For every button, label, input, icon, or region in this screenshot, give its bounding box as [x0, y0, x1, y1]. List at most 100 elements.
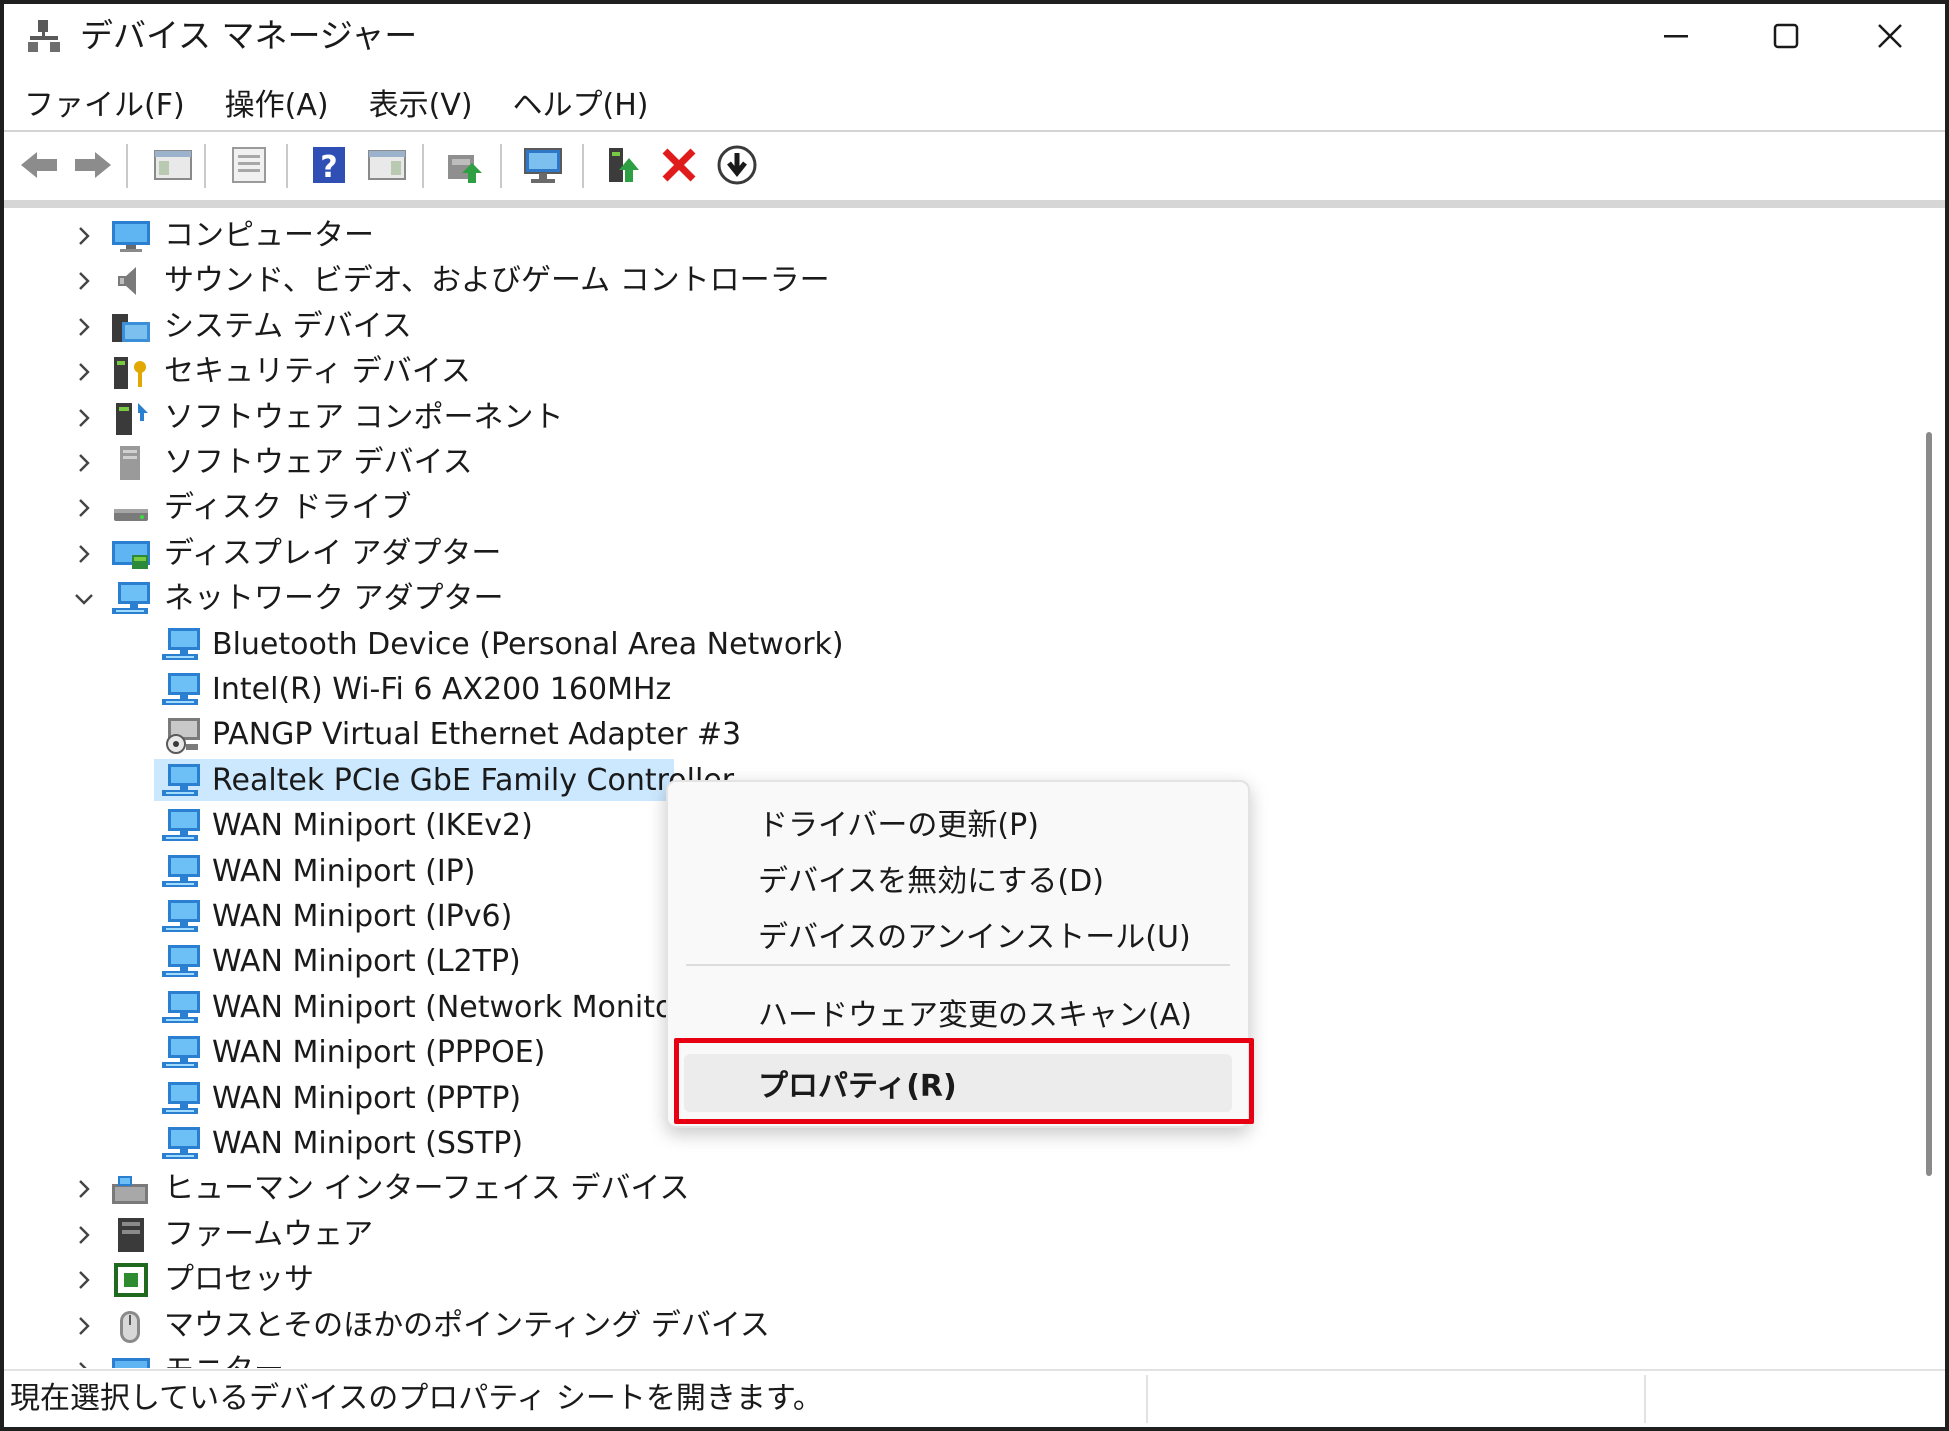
tree-category-item[interactable]: ソフトウェア コンポーネント	[4, 396, 1904, 441]
menu-file[interactable]: ファイル(F)	[24, 80, 185, 124]
disable-device-button[interactable]	[714, 142, 760, 188]
chevron-right-icon[interactable]	[73, 270, 95, 292]
tree-category-item[interactable]: ヒューマン インターフェイス デバイス	[4, 1167, 1904, 1212]
menu-action[interactable]: 操作(A)	[225, 80, 329, 124]
network-adapter-icon	[162, 945, 200, 978]
tree-category-item[interactable]: セキュリティ デバイス	[4, 350, 1904, 395]
help-button[interactable]: ?	[306, 142, 352, 188]
status-bar: 現在選択しているデバイスのプロパティ シートを開きます。	[4, 1369, 1945, 1427]
tree-category-item[interactable]: モニター	[4, 1349, 1904, 1368]
system-devices-icon	[112, 313, 150, 342]
scan-hardware-button[interactable]	[520, 142, 566, 188]
network-adapter-icon	[162, 1036, 200, 1069]
expand-toggle[interactable]	[72, 268, 96, 294]
tree-category-item[interactable]: システム デバイス	[4, 305, 1904, 350]
forward-button[interactable]	[70, 142, 116, 188]
tree-category-item[interactable]: ディスプレイ アダプター	[4, 532, 1904, 577]
hid-icon	[112, 1176, 148, 1205]
speaker-icon	[118, 267, 136, 296]
chevron-right-icon[interactable]	[73, 1269, 95, 1291]
tree-device-label: WAN Miniport (SSTP)	[212, 1126, 524, 1161]
network-adapter-icon	[112, 582, 150, 615]
scrollbar-thumb[interactable]	[1926, 432, 1932, 1176]
chevron-right-icon[interactable]	[73, 452, 95, 474]
chevron-right-icon[interactable]	[73, 1224, 95, 1246]
menu-view[interactable]: 表示(V)	[369, 80, 473, 124]
network-adapter-icon	[162, 673, 200, 705]
ctx-scan-hardware[interactable]: ハードウェア変更のスキャン(A)	[684, 986, 1232, 1038]
tree-device-label: WAN Miniport (IP)	[212, 853, 476, 889]
tree-device-item[interactable]: Bluetooth Device (Personal Area Network)	[4, 623, 1904, 668]
tree-category-item[interactable]: マウスとそのほかのポインティング デバイス	[4, 1304, 1904, 1349]
disk-drive-icon	[114, 509, 148, 522]
tree-device-item[interactable]: WAN Miniport (SSTP)	[4, 1122, 1904, 1167]
enable-device-icon	[609, 148, 639, 182]
chevron-right-icon[interactable]	[73, 1178, 95, 1200]
back-button[interactable]	[16, 142, 62, 188]
expand-toggle[interactable]	[72, 405, 96, 431]
expand-toggle[interactable]	[72, 1222, 96, 1248]
ctx-disable-device[interactable]: デバイスを無効にする(D)	[684, 852, 1232, 904]
vertical-scrollbar[interactable]	[1917, 208, 1941, 1368]
tree-category-item[interactable]: サウンド、ビデオ、およびゲーム コントローラー	[4, 259, 1904, 304]
chevron-right-icon[interactable]	[73, 407, 95, 429]
chevron-right-icon[interactable]	[73, 225, 95, 247]
chevron-down-icon[interactable]	[73, 588, 95, 610]
expand-toggle[interactable]	[72, 1267, 96, 1293]
enable-device-button[interactable]	[600, 142, 646, 188]
expand-toggle[interactable]	[72, 1313, 96, 1339]
expand-toggle[interactable]	[72, 314, 96, 340]
action-pane-button[interactable]	[364, 142, 410, 188]
expand-toggle[interactable]	[72, 495, 96, 521]
chevron-right-icon[interactable]	[73, 1315, 95, 1337]
tree-category-label: コンピューター	[164, 218, 374, 253]
expand-toggle[interactable]	[72, 1176, 96, 1202]
expand-toggle[interactable]	[72, 359, 96, 385]
tree-category-item[interactable]: コンピューター	[4, 214, 1904, 259]
status-divider	[1644, 1375, 1646, 1423]
expand-toggle[interactable]	[72, 541, 96, 567]
uninstall-device-button[interactable]	[656, 142, 702, 188]
chevron-right-icon[interactable]	[73, 497, 95, 519]
scan-hardware-icon	[524, 148, 562, 183]
firmware-icon	[118, 1217, 144, 1252]
tree-device-label: WAN Miniport (IKEv2)	[212, 808, 533, 844]
processor-icon	[114, 1263, 148, 1298]
tree-device-label: Realtek PCIe GbE Family Controller	[212, 762, 735, 798]
tree-category-item[interactable]: ネットワーク アダプター	[4, 577, 1904, 622]
maximize-button[interactable]	[1731, 4, 1841, 68]
expand-toggle[interactable]	[72, 223, 96, 249]
tree-device-item[interactable]: PANGP Virtual Ethernet Adapter #3	[4, 713, 1904, 758]
title-bar: デバイス マネージャー	[4, 4, 1945, 68]
console-tree-button[interactable]	[150, 142, 196, 188]
tree-category-item[interactable]: ディスク ドライブ	[4, 486, 1904, 531]
close-icon	[1878, 24, 1902, 48]
chevron-right-icon[interactable]	[73, 1360, 95, 1368]
tree-category-item[interactable]: ソフトウェア デバイス	[4, 441, 1904, 486]
update-driver-button[interactable]	[442, 142, 488, 188]
menu-help[interactable]: ヘルプ(H)	[513, 80, 649, 124]
chevron-right-icon[interactable]	[73, 316, 95, 338]
mouse-icon	[120, 1310, 140, 1343]
network-adapter-icon	[162, 1127, 200, 1159]
chevron-right-icon[interactable]	[73, 361, 95, 383]
minimize-button[interactable]	[1621, 4, 1731, 68]
toolbar-separator	[500, 144, 502, 188]
properties-toolbar-button[interactable]	[226, 142, 272, 188]
expand-toggle[interactable]	[72, 450, 96, 476]
close-button[interactable]	[1835, 4, 1945, 68]
back-arrow-icon	[21, 152, 57, 178]
collapse-toggle[interactable]	[72, 586, 96, 612]
display-adapter-icon	[112, 540, 150, 569]
ctx-uninstall-device[interactable]: デバイスのアンインストール(U)	[684, 908, 1232, 960]
tree-category-label: セキュリティ デバイス	[164, 354, 471, 390]
network-adapter-icon	[162, 763, 200, 796]
tree-category-item[interactable]: ファームウェア	[4, 1213, 1904, 1258]
ctx-update-driver[interactable]: ドライバーの更新(P)	[684, 796, 1232, 848]
chevron-right-icon[interactable]	[73, 543, 95, 565]
tree-category-item[interactable]: プロセッサ	[4, 1258, 1904, 1303]
tree-device-item[interactable]: Intel(R) Wi-Fi 6 AX200 160MHz	[4, 668, 1904, 713]
expand-toggle[interactable]	[72, 1358, 96, 1368]
software-device-icon	[120, 446, 140, 480]
tree-device-label: WAN Miniport (PPPOE)	[212, 1035, 546, 1071]
